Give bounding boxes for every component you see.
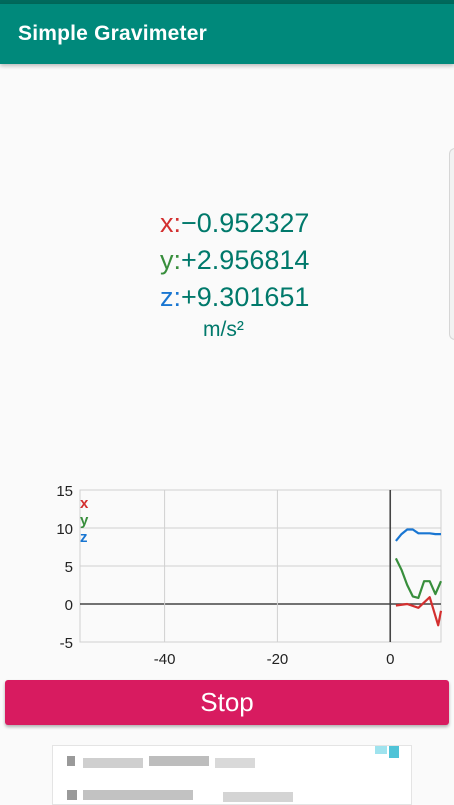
ad-placeholder-block: [83, 758, 143, 768]
y-tick-label: 15: [56, 483, 73, 500]
y-reading: y:+2.956814: [160, 241, 309, 279]
series-line-z: [395, 528, 441, 542]
z-axis-label: z:: [160, 282, 182, 312]
y-tick-label: -5: [60, 635, 73, 652]
ad-placeholder-block: [375, 746, 387, 754]
ad-placeholder-block: [389, 746, 399, 758]
y-tick-label: 5: [65, 559, 73, 576]
x-axis-label: x:: [160, 208, 182, 238]
ad-placeholder-block: [67, 756, 75, 766]
series-line-x: [395, 596, 443, 627]
legend-entry-x: x: [80, 495, 89, 512]
unit-label: m/s²: [203, 318, 244, 341]
x-tick-label: 0: [386, 651, 394, 668]
y-value: +2.956814: [181, 245, 310, 275]
x-value: −0.952327: [181, 208, 310, 238]
ad-placeholder-block: [67, 790, 77, 800]
ad-banner[interactable]: [52, 745, 412, 805]
y-tick-label: 10: [56, 521, 73, 538]
ad-placeholder-block: [149, 756, 209, 766]
ad-placeholder-block: [215, 758, 255, 768]
ad-placeholder-block: [83, 790, 193, 800]
x-tick-label: -20: [267, 651, 289, 668]
series-line-y: [394, 557, 443, 600]
acceleration-chart: 15 10 5 0 -5 -40 -20 0 x y z: [0, 480, 454, 672]
side-panel-handle[interactable]: [449, 148, 454, 340]
z-value: +9.301651: [181, 282, 310, 312]
ad-placeholder-block: [223, 792, 293, 802]
y-axis-label: y:: [160, 245, 182, 275]
app-bar: Simple Gravimeter: [0, 4, 454, 64]
y-tick-label: 0: [65, 597, 73, 614]
stop-button[interactable]: Stop: [5, 680, 449, 725]
chart-svg: 15 10 5 0 -5 -40 -20 0 xyz: [56, 483, 443, 668]
x-tick-label: -40: [154, 651, 176, 668]
legend-entry-z: z: [80, 529, 88, 546]
z-reading: z:+9.301651: [160, 278, 309, 316]
app-title: Simple Gravimeter: [18, 22, 207, 45]
legend-entry-y: y: [80, 512, 89, 529]
x-reading: x:−0.952327: [160, 204, 309, 242]
